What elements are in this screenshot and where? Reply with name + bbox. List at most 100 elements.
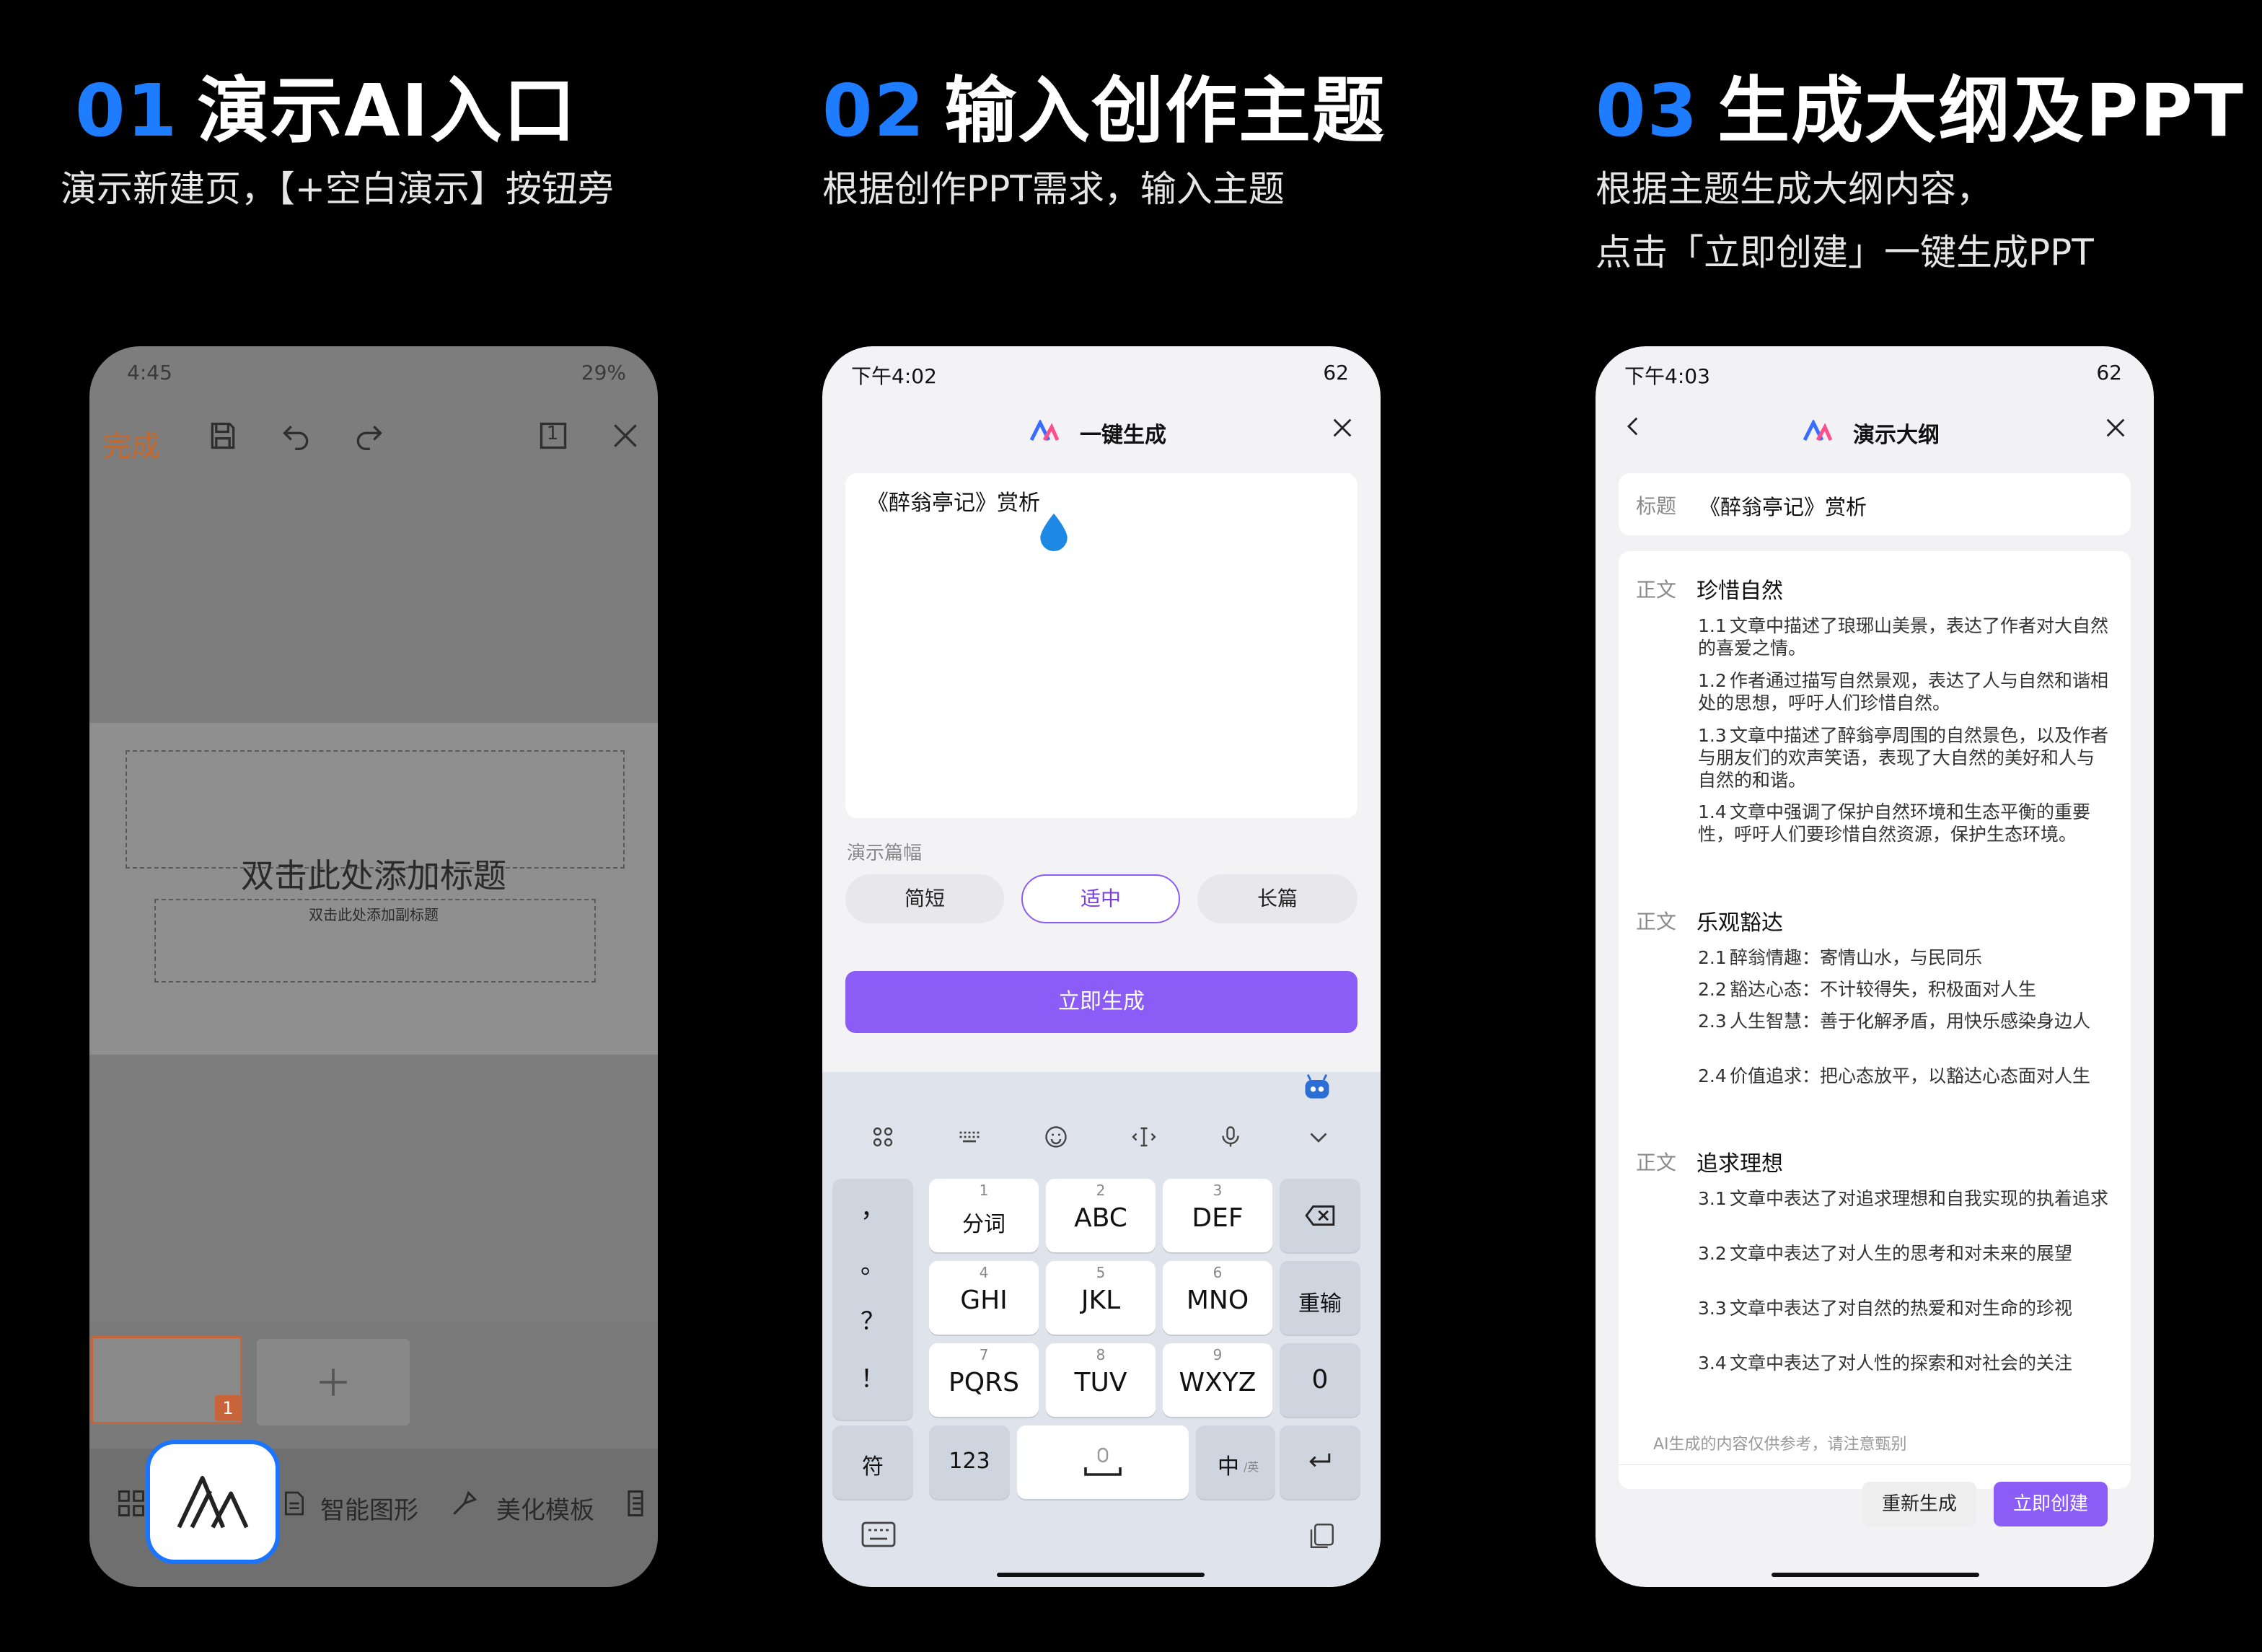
keyboard-mascot-icon[interactable] [1301,1072,1333,1104]
outline-item[interactable]: 2.3 人生智慧：善于化解矛盾，用快乐感染身边人 [1698,1010,2111,1032]
section-label: 正文 [1636,1151,1677,1174]
outline-item[interactable]: 3.3 文章中表达了对自然的热爱和对生命的珍视 [1698,1297,2111,1319]
key-3[interactable]: 3 DEF [1163,1179,1272,1252]
length-option-long[interactable]: 长篇 [1197,874,1357,923]
status-time: 4:45 [127,361,172,385]
key-8[interactable]: 8 TUV [1046,1343,1156,1417]
thumb-number-badge: 1 [215,1395,241,1421]
item-number: 2.4 [1698,1066,1727,1086]
clipboard-icon[interactable] [1306,1521,1337,1554]
punct-question[interactable]: ？ [832,1301,913,1337]
length-option-medium[interactable]: 适中 [1021,874,1180,923]
key-2[interactable]: 2 ABC [1046,1179,1156,1252]
space-voice-icon [1084,1447,1122,1476]
grid-icon[interactable] [115,1488,147,1522]
title-row[interactable]: 标题 《醉翁亭记》赏析 [1619,473,2131,535]
text-cursor-handle-icon[interactable] [1037,511,1070,551]
step3-title: 生成大纲及PPT [1717,69,2245,153]
item-text: 文章中表达了对自然的热爱和对生命的珍视 [1730,1298,2073,1319]
microphone-icon[interactable] [1209,1124,1252,1156]
outline-item[interactable]: 1.3 文章中描述了醉翁亭周围的自然景色，以及作者与朋友们的欢声笑语，表现了大自然… [1698,724,2111,791]
more-tools-icon[interactable] [625,1488,646,1522]
number-mode-key[interactable]: 123 [929,1425,1010,1499]
key-1[interactable]: 1 分词 [929,1179,1039,1252]
symbol-label: 符 [862,1454,884,1480]
outline-item[interactable]: 2.4 价值追求：把心态放平，以豁达心态面对人生 [1698,1065,2111,1087]
enter-key[interactable] [1280,1425,1360,1499]
close-icon[interactable] [1330,414,1355,447]
regenerate-button[interactable]: 重新生成 [1862,1482,1976,1526]
keyboard-layout-icon[interactable] [948,1124,991,1156]
home-indicator[interactable] [997,1573,1205,1577]
generate-button[interactable]: 立即生成 [845,971,1357,1033]
divider [1619,1464,2131,1465]
keyboard: ， 。 ？ ！ 1 分词 2 ABC 3 DEF 4 GHI 5 JKL 6 M… [822,1072,1381,1587]
step1-title: 演示AI入口 [197,69,577,153]
punct-period[interactable]: 。 [832,1245,913,1280]
ai-entry-button[interactable] [146,1440,280,1564]
punctuation-column[interactable]: ， 。 ？ ！ [832,1179,913,1420]
home-indicator[interactable] [1772,1573,1979,1577]
section-title[interactable]: 乐观豁达 [1696,905,1783,936]
key-7[interactable]: 7 PQRS [929,1343,1039,1417]
key-9-label: WXYZ [1179,1368,1257,1397]
status-battery: 62 [2096,361,2122,385]
keyboard-switch-icon[interactable] [861,1521,896,1551]
undo-icon[interactable] [278,420,314,456]
outline-item[interactable]: 1.4 文章中强调了保护自然环境和生态平衡的重要性，呼吁人们要珍惜自然资源，保护生… [1698,801,2111,845]
outline-item[interactable]: 2.2 豁达心态：不计较得失，积极面对人生 [1698,978,2111,1001]
backspace-key[interactable] [1280,1179,1360,1252]
topic-input-value: 《醉翁亭记》赏析 [867,491,1040,516]
outline-item[interactable]: 1.2 作者通过描写自然景观，表达了人与自然和谐相处的思想，呼吁人们珍惜自然。 [1698,669,2111,714]
item-text: 醉翁情趣：寄情山水，与民同乐 [1730,947,1983,968]
section-title[interactable]: 珍惜自然 [1696,573,1783,605]
section-title[interactable]: 追求理想 [1696,1146,1783,1177]
status-bar: 下午4:02 62 [822,346,1381,398]
key-1-label: 分词 [962,1212,1005,1237]
close-icon[interactable] [607,420,643,456]
apps-grid-icon[interactable] [861,1124,905,1156]
symbol-key[interactable]: 符 [832,1425,913,1499]
space-key[interactable] [1017,1425,1189,1499]
section-label: 正文 [1636,910,1677,933]
item-number: 1.2 [1698,670,1727,691]
status-battery: 62 [1323,361,1349,385]
cursor-move-icon[interactable] [1122,1124,1166,1156]
item-number: 3.4 [1698,1353,1727,1374]
topic-input[interactable]: 《醉翁亭记》赏析 [845,473,1357,818]
outline-item[interactable]: 3.2 文章中表达了对人生的思考和对未来的展望 [1698,1242,2111,1265]
create-now-button[interactable]: 立即创建 [1994,1482,2108,1526]
lang-small: /英 [1244,1460,1259,1474]
step3-number: 03 [1596,69,1699,153]
reenter-key[interactable]: 重输 [1280,1261,1360,1335]
collapse-keyboard-icon[interactable] [1297,1124,1340,1156]
outline-item[interactable]: 2.1 醉翁情趣：寄情山水，与民同乐 [1698,946,2111,969]
done-button[interactable]: 完成 [102,423,160,465]
section-label: 正文 [1636,578,1677,602]
save-icon[interactable] [205,420,241,456]
status-bar: 4:45 29% [89,346,658,398]
outline-item[interactable]: 3.1 文章中表达了对追求理想和自我实现的执着追求 [1698,1187,2111,1210]
redo-icon[interactable] [351,420,387,456]
number-mode-label: 123 [949,1449,990,1474]
outline-item[interactable]: 3.4 文章中表达了对人性的探索和对社会的关注 [1698,1352,2111,1374]
emoji-icon[interactable] [1034,1124,1078,1156]
title-value: 《醉翁亭记》赏析 [1699,495,1867,519]
beautify-template-button[interactable]: 美化模板 [496,1490,594,1526]
key-9[interactable]: 9 WXYZ [1163,1343,1272,1417]
add-slide-button[interactable] [257,1339,410,1425]
language-switch-key[interactable]: 中 /英 [1196,1425,1275,1499]
punct-comma[interactable]: ， [832,1189,913,1224]
key-4[interactable]: 4 GHI [929,1261,1039,1335]
punct-exclaim[interactable]: ！ [832,1359,913,1394]
key-6[interactable]: 6 MNO [1163,1261,1272,1335]
key-5[interactable]: 5 JKL [1046,1261,1156,1335]
key-5-label: JKL [1081,1286,1121,1315]
smart-shape-button[interactable]: 智能图形 [320,1490,418,1526]
phone-3-outline: 下午4:03 62 演示大纲 标题 《醉翁亭记》赏析 正文 珍惜自然 1.1 文章… [1596,346,2154,1587]
outline-item[interactable]: 1.1 文章中描述了琅琊山美景，表达了作者对大自然的喜爱之情。 [1698,615,2111,659]
length-option-short[interactable]: 简短 [845,874,1004,923]
zero-key[interactable]: 0 [1280,1343,1360,1417]
key-5-number: 5 [1096,1264,1106,1281]
close-icon[interactable] [2103,414,2128,447]
